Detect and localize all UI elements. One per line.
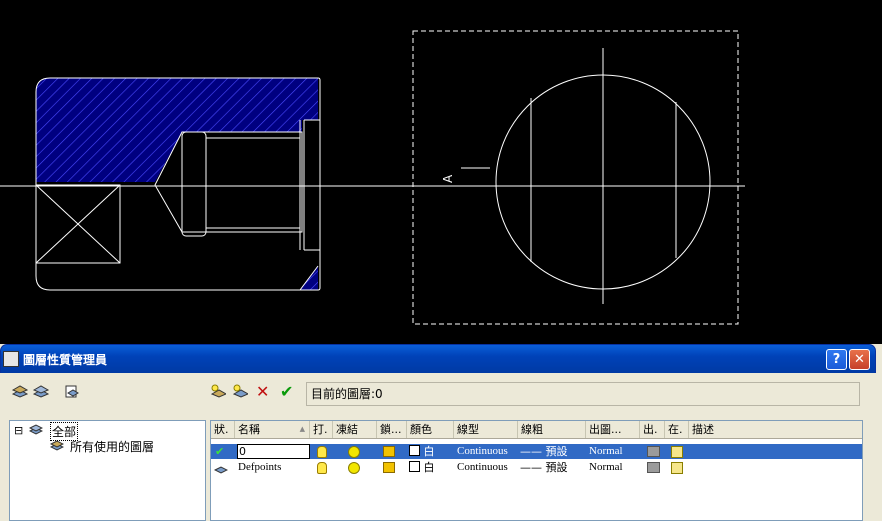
column-name-label: 名稱 bbox=[238, 423, 260, 436]
set-current-icon[interactable]: ✔ bbox=[280, 382, 293, 401]
column-status[interactable]: 狀. bbox=[211, 421, 235, 438]
current-layer-display: 目前的圖層:0 bbox=[306, 382, 860, 406]
current-layer-value: 0 bbox=[375, 387, 383, 401]
filter-tree: ⊟ 全部 所有使用的圖層 bbox=[9, 420, 206, 521]
layer-list: 狀. 名稱 ▲ 打. 凍結 鎖... 顏色 線型 線粗 出圖... 出. 在. 描… bbox=[210, 420, 863, 521]
current-layer-label: 目前的圖層: bbox=[311, 387, 376, 401]
tree-expand-toggle[interactable]: ⊟ bbox=[14, 424, 23, 437]
layer-plot-icon[interactable] bbox=[647, 446, 660, 461]
layer-linetype[interactable]: Continuous bbox=[457, 460, 508, 475]
current-layer-check-icon: ✔ bbox=[215, 445, 225, 458]
layer-noplot-icon[interactable] bbox=[647, 462, 660, 477]
layer-name[interactable]: 0 bbox=[237, 444, 310, 459]
layer-unlock-icon[interactable] bbox=[383, 446, 395, 461]
layer-lineweight[interactable]: —— 預設 bbox=[520, 444, 568, 459]
used-layers-filter-icon bbox=[49, 439, 65, 451]
new-group-filter-icon[interactable] bbox=[32, 384, 50, 398]
column-on[interactable]: 打. bbox=[310, 421, 333, 438]
layer-icon bbox=[213, 463, 229, 478]
title-bar: 圖層性質管理員 ? ✕ bbox=[0, 344, 876, 373]
column-description[interactable]: 描述 bbox=[689, 421, 862, 438]
layer-viewport-icon[interactable] bbox=[671, 462, 683, 478]
tree-node-used-layers[interactable]: 所有使用的圖層 bbox=[70, 438, 154, 455]
close-button[interactable]: ✕ bbox=[849, 349, 870, 370]
layer-unlock-icon[interactable] bbox=[383, 462, 395, 477]
window-title: 圖層性質管理員 bbox=[23, 353, 108, 367]
layer-name[interactable]: Defpoints bbox=[238, 460, 281, 475]
column-color[interactable]: 顏色 bbox=[407, 421, 454, 438]
new-layer-frozen-icon[interactable] bbox=[232, 384, 250, 398]
drawing-canvas[interactable]: A bbox=[0, 0, 882, 344]
layers-stack-icon bbox=[28, 423, 44, 435]
section-view bbox=[35, 77, 321, 291]
list-header: 狀. 名稱 ▲ 打. 凍結 鎖... 顏色 線型 線粗 出圖... 出. 在. 描… bbox=[211, 421, 862, 439]
layer-plot-style[interactable]: Normal bbox=[589, 460, 623, 475]
new-layer-icon[interactable] bbox=[210, 384, 228, 398]
layer-color[interactable]: 白 bbox=[409, 444, 435, 459]
column-plot[interactable]: 出. bbox=[640, 421, 665, 438]
column-name[interactable]: 名稱 ▲ bbox=[235, 421, 310, 438]
layer-lineweight[interactable]: —— 預設 bbox=[520, 460, 568, 475]
layer-plot-style[interactable]: Normal bbox=[589, 444, 623, 459]
delete-layer-icon[interactable]: ✕ bbox=[256, 382, 269, 401]
layer-on-icon[interactable] bbox=[317, 462, 327, 478]
new-property-filter-icon[interactable] bbox=[11, 384, 29, 398]
layer-row[interactable]: Defpoints 白 Continuous —— 預設 Normal bbox=[211, 460, 862, 475]
layer-properties-manager: 圖層性質管理員 ? ✕ ✕ ✔ 目前的圖層:0 ⊟ 全部 所有使用的圖層 狀. … bbox=[0, 344, 882, 521]
column-viewport-freeze[interactable]: 在. bbox=[665, 421, 689, 438]
column-linetype[interactable]: 線型 bbox=[454, 421, 518, 438]
layer-color-name: 白 bbox=[423, 461, 435, 474]
column-lock[interactable]: 鎖... bbox=[377, 421, 407, 438]
layer-row[interactable]: ✔ 0 白 Continuous —— 預設 Normal bbox=[211, 444, 862, 459]
layer-thaw-icon[interactable] bbox=[348, 462, 360, 478]
layer-color-name: 白 bbox=[423, 445, 435, 458]
layer-linetype[interactable]: Continuous bbox=[457, 444, 508, 459]
color-swatch-icon bbox=[409, 445, 420, 456]
help-button[interactable]: ? bbox=[826, 349, 847, 370]
column-lineweight[interactable]: 線粗 bbox=[518, 421, 586, 438]
sort-ascending-icon: ▲ bbox=[299, 425, 305, 433]
layer-color[interactable]: 白 bbox=[409, 460, 435, 475]
end-view bbox=[412, 30, 739, 325]
column-plot-style[interactable]: 出圖... bbox=[586, 421, 640, 438]
app-icon bbox=[3, 351, 19, 367]
column-freeze[interactable]: 凍結 bbox=[333, 421, 377, 438]
hatch-area bbox=[36, 78, 318, 182]
layer-states-manager-icon[interactable] bbox=[64, 384, 80, 398]
color-swatch-icon bbox=[409, 461, 420, 472]
view-label: A bbox=[441, 174, 455, 183]
